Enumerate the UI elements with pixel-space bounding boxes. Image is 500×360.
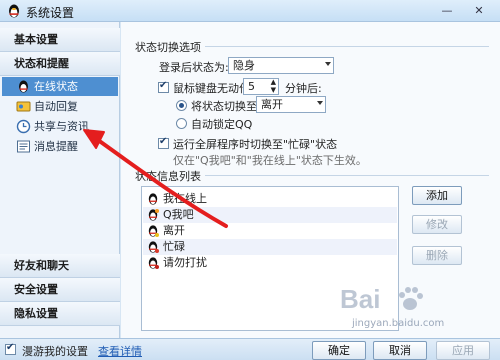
idle-label: 鼠标键盘无动作 bbox=[173, 82, 250, 95]
login-status-label: 登录后状态为: bbox=[159, 61, 229, 74]
ok-button[interactable]: 确定 bbox=[312, 341, 366, 360]
watermark-site: jingyan.baidu.com bbox=[352, 318, 445, 329]
status-dnd-icon bbox=[148, 257, 159, 269]
login-status-value: 隐身 bbox=[233, 59, 255, 72]
sidebar-category-friends[interactable]: 好友和聊天 bbox=[0, 254, 120, 278]
idle-checkbox[interactable] bbox=[158, 80, 169, 93]
lock-qq-label: 自动锁定QQ bbox=[191, 118, 253, 131]
cancel-button[interactable]: 取消 bbox=[373, 341, 427, 360]
chevron-down-icon[interactable]: ▼ bbox=[271, 87, 276, 94]
status-row-label: 请勿打扰 bbox=[163, 256, 207, 269]
fullscreen-busy-checkbox[interactable] bbox=[158, 136, 169, 149]
section-divider bbox=[205, 175, 489, 176]
auto-reply-icon bbox=[16, 101, 31, 112]
sidebar-item-label: 自动回复 bbox=[34, 100, 78, 113]
status-row-label: 离开 bbox=[163, 224, 185, 237]
idle-suffix: 分钟后: bbox=[285, 82, 322, 95]
sidebar-item-auto-reply[interactable]: 自动回复 bbox=[2, 97, 118, 116]
switch-status-radio[interactable] bbox=[176, 100, 187, 111]
status-row-label: Q我吧 bbox=[163, 208, 194, 221]
window-title: 系统设置 bbox=[26, 6, 75, 20]
status-away-icon bbox=[148, 225, 159, 237]
message-icon bbox=[17, 140, 30, 153]
list-item[interactable]: 忙碌 bbox=[143, 239, 397, 255]
baidu-watermark: Bai jingyan.baidu.com bbox=[322, 278, 500, 338]
list-item[interactable]: Q我吧 bbox=[143, 207, 397, 223]
sidebar-category-security[interactable]: 安全设置 bbox=[0, 278, 120, 302]
chevron-down-icon bbox=[317, 101, 323, 105]
section-title-status-list: 状态信息列表 bbox=[135, 170, 201, 183]
watermark-brand: Bai bbox=[340, 284, 381, 314]
status-row-label: 忙碌 bbox=[163, 240, 185, 253]
sidebar-item-share-info[interactable]: 共享与资讯 bbox=[2, 117, 118, 136]
clock-icon bbox=[16, 119, 31, 134]
status-qme-icon bbox=[148, 209, 159, 221]
fullscreen-busy-label: 运行全屏程序时切换至"忙碌"状态 bbox=[173, 138, 338, 151]
sidebar-item-label: 在线状态 bbox=[34, 80, 78, 93]
apply-button[interactable]: 应用 bbox=[436, 341, 490, 360]
chevron-down-icon bbox=[325, 62, 331, 66]
paw-icon bbox=[399, 287, 423, 310]
bottom-bar: 漫游我的设置 查看详情 确定 取消 应用 bbox=[0, 338, 500, 360]
fullscreen-hint: 仅在"Q我吧"和"我在线上"状态下生效。 bbox=[173, 154, 367, 167]
edit-button[interactable]: 修改 bbox=[412, 215, 462, 234]
sidebar: 基本设置 状态和提醒 在线状态 自动回复 共享与资讯 消息提醒 好友和聊天 安全… bbox=[0, 22, 120, 338]
sidebar-item-online-status[interactable]: 在线状态 bbox=[2, 77, 118, 96]
sidebar-item-message-alert[interactable]: 消息提醒 bbox=[2, 137, 118, 156]
close-button[interactable]: ✕ bbox=[461, 2, 497, 19]
lock-qq-radio[interactable] bbox=[176, 118, 187, 129]
status-row-label: 我在线上 bbox=[163, 192, 207, 205]
qq-penguin-icon bbox=[9, 4, 19, 18]
online-status-icon bbox=[19, 80, 28, 93]
sidebar-item-label: 消息提醒 bbox=[34, 140, 78, 153]
sidebar-category-status[interactable]: 状态和提醒 bbox=[0, 52, 120, 76]
sidebar-category-privacy[interactable]: 隐私设置 bbox=[0, 302, 120, 326]
status-busy-icon bbox=[148, 241, 159, 253]
roam-settings-checkbox[interactable] bbox=[5, 342, 16, 355]
switch-to-label: 将状态切换至 bbox=[191, 100, 257, 113]
title-bar: 系统设置 — ✕ bbox=[0, 0, 500, 22]
section-title-status-switch: 状态切换选项 bbox=[135, 41, 201, 54]
sidebar-item-label: 共享与资讯 bbox=[34, 120, 89, 133]
roam-settings-label: 漫游我的设置 bbox=[22, 345, 88, 358]
switch-to-select[interactable]: 离开 bbox=[256, 96, 326, 113]
login-status-select[interactable]: 隐身 bbox=[228, 57, 334, 74]
delete-button[interactable]: 删除 bbox=[412, 246, 462, 265]
section-divider bbox=[205, 46, 489, 47]
list-item[interactable]: 请勿打扰 bbox=[143, 255, 397, 271]
chevron-up-icon[interactable]: ▲ bbox=[271, 79, 276, 86]
minimize-button[interactable]: — bbox=[434, 2, 460, 19]
add-button[interactable]: 添加 bbox=[412, 186, 462, 205]
idle-minutes-value: 5 bbox=[248, 80, 255, 93]
status-online-icon bbox=[148, 193, 158, 205]
sidebar-category-basic[interactable]: 基本设置 bbox=[0, 28, 120, 52]
view-details-link[interactable]: 查看详情 bbox=[98, 343, 142, 359]
switch-to-value: 离开 bbox=[261, 98, 283, 111]
list-item[interactable]: 离开 bbox=[143, 223, 397, 239]
idle-minutes-stepper[interactable]: 5 ▲ ▼ bbox=[243, 78, 279, 95]
list-item[interactable]: 我在线上 bbox=[143, 191, 397, 207]
